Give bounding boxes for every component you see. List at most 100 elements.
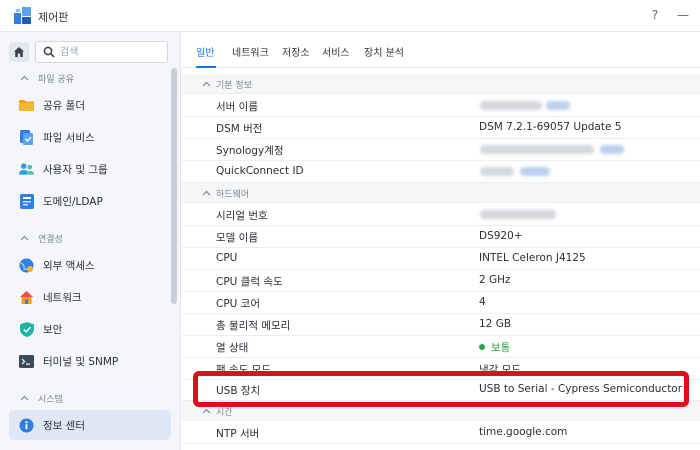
tab-general[interactable]: 일반 [196,44,214,59]
control-panel-app-icon [14,7,31,24]
domain-icon [19,193,34,209]
section-system[interactable]: 시스템 [20,391,63,405]
sidebar-item-label: 도메인/LDAP [43,195,103,208]
group-time[interactable]: 시간 [182,401,700,421]
tab-storage[interactable]: 저장소 [282,44,310,59]
group-label: 기본 정보 [216,81,252,91]
sidebar-item-info-center[interactable]: 정보 센터 [9,410,171,440]
sidebar-item-label: 공유 폴더 [43,99,85,112]
globe-icon [19,258,34,273]
redacted-value [480,101,542,110]
row-label: 팬 속도 모드 [216,364,271,376]
sidebar-item-label: 파일 서비스 [43,131,95,144]
row-value: USB to Serial - Cypress Semiconductor [479,383,683,395]
info-row-cpu-clock: CPU 클럭 속도 2 GHz [182,270,700,292]
info-row-server-name: 서버 이름 [182,95,700,117]
shield-icon [19,321,34,337]
info-row-synology-account: Synology계정 [182,139,700,161]
sidebar-item-network[interactable]: 네트워크 [9,282,171,312]
info-row-cpu-cores: CPU 코어 4 [182,292,700,314]
group-basic-info[interactable]: 기본 정보 [182,74,700,94]
row-value: 보통 [479,340,510,355]
group-hardware[interactable]: 하드웨어 [182,183,700,203]
sidebar-item-label: 네트워크 [43,291,82,304]
sidebar-item-label: 터미널 및 SNMP [43,355,119,368]
row-label: 서버 이름 [216,101,258,113]
row-label: USB 장치 [216,385,261,397]
chevron-up-icon [202,408,211,414]
redacted-value [480,210,556,219]
tab-services[interactable]: 서비스 [322,44,350,59]
row-label: Synology계정 [216,145,284,157]
section-file-sharing[interactable]: 파일 공유 [20,71,74,85]
sidebar-item-domain-ldap[interactable]: 도메인/LDAP [9,186,171,216]
group-label: 시간 [216,408,233,418]
chevron-up-icon [20,235,29,240]
folder-icon [19,98,34,113]
section-label: 시스템 [38,394,63,405]
title-bar: 제어판 ? — [0,0,700,32]
chevron-up-icon [202,81,211,87]
row-label: 총 물리적 메모리 [216,320,291,332]
row-value: 12 GB [479,318,512,330]
chevron-up-icon [20,395,29,400]
row-value: DS920+ [479,230,523,242]
info-row-quickconnect: QuickConnect ID [182,161,700,183]
minimize-button[interactable]: — [676,6,690,24]
sidebar-item-external-access[interactable]: 외부 액세스 [9,250,171,280]
sidebar-item-users-groups[interactable]: 사용자 및 그룹 [9,154,171,184]
help-button[interactable]: ? [648,6,662,24]
sidebar-item-label: 외부 액세스 [43,259,95,272]
chevron-up-icon [20,75,29,80]
redacted-value [480,145,594,154]
users-icon [19,162,34,177]
row-value: 2 GHz [479,274,511,286]
terminal-icon [19,354,34,369]
redacted-value [600,145,624,154]
row-label: CPU [216,252,238,264]
sidebar: 파일 공유 공유 폴더 파일 서비스 사용자 및 그룹 도메인/LDAP 연결성 [0,32,181,450]
info-row-memory: 총 물리적 메모리 12 GB [182,314,700,336]
section-connectivity[interactable]: 연결성 [20,231,63,245]
row-label: 시리얼 번호 [216,210,268,222]
info-row-usb: USB 장치 USB to Serial - Cypress Semicondu… [182,379,700,401]
row-value: 4 [479,296,486,308]
row-label: CPU 클럭 속도 [216,276,283,288]
row-label: 열 상태 [216,342,249,354]
info-row-cpu: CPU INTEL Celeron J4125 [182,248,700,270]
info-row-model: 모델 이름 DS920+ [182,226,700,248]
tab-bar: 일반 네트워크 저장소 서비스 장치 분석 [182,32,700,68]
info-row-serial: 시리얼 번호 [182,204,700,226]
sidebar-item-label: 정보 센터 [43,419,85,432]
redacted-value [480,167,514,176]
sidebar-item-terminal-snmp[interactable]: 터미널 및 SNMP [9,346,171,376]
sidebar-scrollbar[interactable] [171,68,177,304]
search-input[interactable] [60,44,160,60]
search-box[interactable] [35,41,168,63]
sidebar-item-file-services[interactable]: 파일 서비스 [9,122,171,152]
house-network-icon [19,290,34,305]
tab-device-analysis[interactable]: 장치 분석 [364,44,404,59]
tab-network[interactable]: 네트워크 [232,44,269,59]
row-label: QuickConnect ID [216,165,304,177]
info-row-dsm-version: DSM 버전 DSM 7.2.1-69057 Update 5 [182,117,700,139]
row-label: DSM 버전 [216,123,263,135]
info-row-fan: 팬 속도 모드 냉각 모드 [182,358,700,380]
info-row-thermal: 열 상태 보통 [182,336,700,358]
row-value: INTEL Celeron J4125 [479,252,586,264]
row-label: 모델 이름 [216,232,258,244]
home-icon [14,47,24,57]
section-label: 파일 공유 [38,74,74,85]
row-label: NTP 서버 [216,428,260,440]
row-value: 냉각 모드 [479,364,521,376]
status-ok-dot [479,344,485,350]
group-label: 하드웨어 [216,190,250,200]
home-button[interactable] [9,42,29,62]
status-text: 보통 [491,342,511,354]
sidebar-item-security[interactable]: 보안 [9,314,171,344]
sidebar-item-shared-folder[interactable]: 공유 폴더 [9,90,171,120]
search-icon [43,46,55,58]
active-tab-indicator [196,66,216,68]
row-label: CPU 코어 [216,298,261,310]
sidebar-item-label: 사용자 및 그룹 [43,163,108,176]
